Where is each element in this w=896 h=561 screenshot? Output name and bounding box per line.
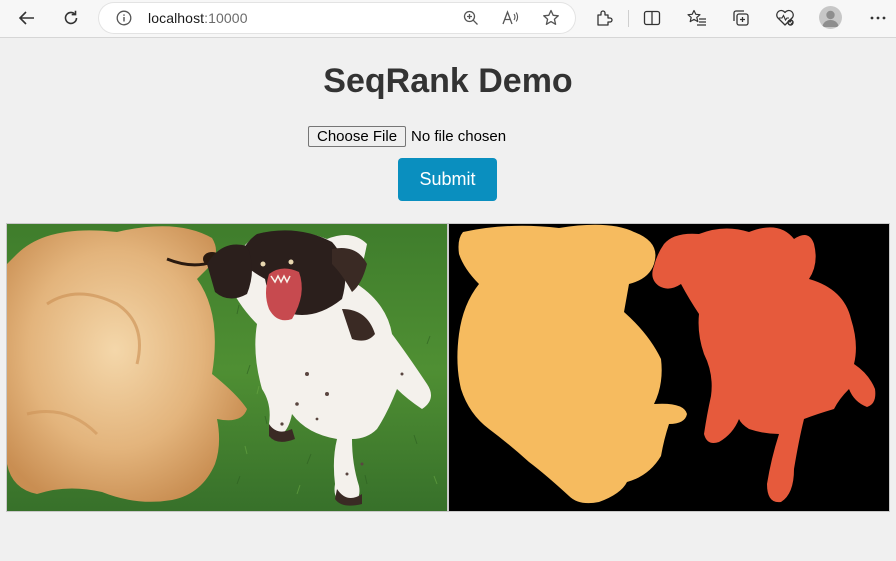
choose-file-button[interactable]: Choose File xyxy=(308,125,407,147)
read-aloud-icon[interactable] xyxy=(500,8,522,28)
favorites-icon[interactable] xyxy=(684,6,710,30)
toolbar-separator xyxy=(628,10,629,27)
url-text[interactable]: localhost:10000 xyxy=(148,10,248,26)
browser-toolbar: localhost:10000 xyxy=(0,0,896,38)
info-icon[interactable] xyxy=(116,10,132,31)
segmentation-mask-image xyxy=(448,223,890,512)
submit-button[interactable]: Submit xyxy=(398,158,497,201)
address-bar[interactable]: localhost:10000 xyxy=(99,3,575,33)
page-title: SeqRank Demo xyxy=(323,62,573,100)
split-screen-icon[interactable] xyxy=(639,6,665,30)
zoom-icon[interactable] xyxy=(460,8,482,28)
url-port: :10000 xyxy=(204,10,248,26)
favorite-star-icon[interactable] xyxy=(540,8,562,28)
back-icon[interactable] xyxy=(14,6,40,30)
url-host: localhost xyxy=(148,10,205,26)
file-input[interactable]: Choose File No file chosen xyxy=(308,125,506,147)
collections-icon[interactable] xyxy=(728,6,754,30)
extensions-icon[interactable] xyxy=(591,6,617,30)
profile-icon[interactable] xyxy=(819,6,842,29)
refresh-icon[interactable] xyxy=(58,6,84,30)
browser-essentials-icon[interactable] xyxy=(772,6,798,30)
input-image xyxy=(6,223,448,512)
file-status-text: No file chosen xyxy=(411,127,507,145)
more-icon[interactable] xyxy=(865,6,891,30)
